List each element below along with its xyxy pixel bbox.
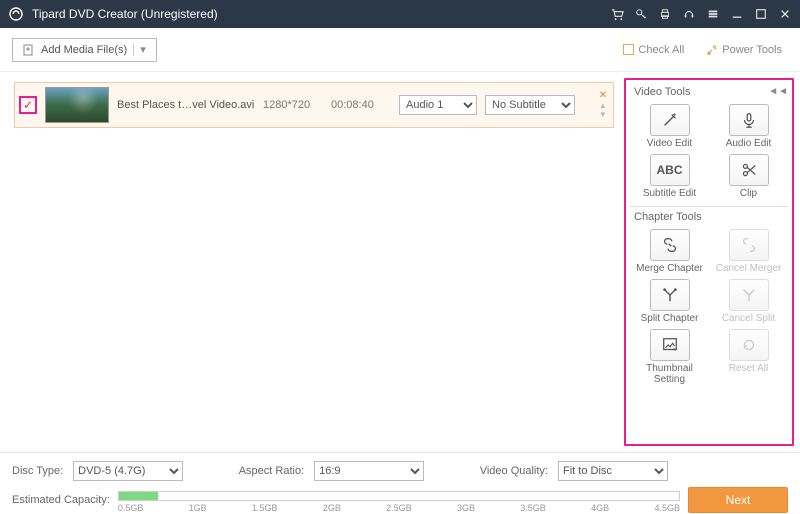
headset-icon[interactable] bbox=[682, 7, 696, 21]
move-down-icon[interactable]: ▼ bbox=[599, 111, 607, 119]
media-duration: 00:08:40 bbox=[331, 99, 391, 111]
move-up-icon[interactable]: ▲ bbox=[599, 102, 607, 110]
cancel-split-icon bbox=[740, 286, 758, 304]
cancel-split-label: Cancel Split bbox=[722, 313, 775, 324]
scissors-icon bbox=[740, 161, 758, 179]
add-media-label: Add Media File(s) bbox=[41, 44, 127, 56]
capacity-fill bbox=[119, 492, 158, 500]
cancel-split-tool: Cancel Split bbox=[711, 279, 786, 327]
printer-icon[interactable] bbox=[658, 7, 672, 21]
tools-icon bbox=[706, 44, 718, 56]
cart-icon[interactable] bbox=[610, 7, 624, 21]
clip-tool[interactable]: Clip bbox=[711, 154, 786, 202]
video-tools-title: Video Tools bbox=[630, 84, 788, 104]
reset-icon bbox=[740, 336, 758, 354]
clip-label: Clip bbox=[740, 188, 757, 199]
capacity-label: Estimated Capacity: bbox=[12, 494, 110, 506]
media-resolution: 1280*720 bbox=[263, 99, 323, 111]
aspect-ratio-select[interactable]: 16:9 bbox=[314, 461, 424, 481]
split-icon bbox=[661, 286, 679, 304]
chapter-tools-title: Chapter Tools bbox=[630, 209, 788, 229]
next-button[interactable]: Next bbox=[688, 487, 788, 513]
media-checkbox[interactable]: ✓ bbox=[19, 96, 37, 114]
maximize-icon[interactable] bbox=[754, 7, 768, 21]
media-thumbnail bbox=[45, 87, 109, 123]
cancel-merger-tool: Cancel Merger bbox=[711, 229, 786, 277]
add-media-button[interactable]: Add Media File(s) ▾ bbox=[12, 38, 157, 62]
subtitle-edit-label: Subtitle Edit bbox=[643, 188, 696, 199]
power-tools-label: Power Tools bbox=[722, 44, 782, 56]
video-edit-tool[interactable]: Video Edit bbox=[632, 104, 707, 152]
dropdown-arrow-icon: ▾ bbox=[133, 43, 146, 56]
collapse-panel-icon[interactable]: ◄◄ bbox=[768, 86, 788, 97]
checkbox-icon bbox=[623, 44, 634, 55]
reset-all-label: Reset All bbox=[729, 363, 768, 374]
check-all-label: Check All bbox=[638, 44, 684, 56]
toolbar: Add Media File(s) ▾ Check All Power Tool… bbox=[0, 28, 800, 72]
broken-chain-icon bbox=[740, 236, 758, 254]
title-bar: Tipard DVD Creator (Unregistered) bbox=[0, 0, 800, 28]
close-icon[interactable] bbox=[778, 7, 792, 21]
window-title: Tipard DVD Creator (Unregistered) bbox=[32, 7, 610, 21]
plus-page-icon bbox=[23, 44, 35, 56]
wand-icon bbox=[661, 111, 679, 129]
disc-type-label: Disc Type: bbox=[12, 465, 63, 477]
power-tools-button[interactable]: Power Tools bbox=[706, 44, 782, 56]
remove-media-icon[interactable]: ✕ bbox=[599, 91, 607, 101]
thumbnail-setting-label: Thumbnail Setting bbox=[632, 363, 707, 385]
mic-icon bbox=[740, 111, 758, 129]
chain-icon bbox=[661, 236, 679, 254]
system-icons bbox=[610, 7, 792, 21]
audio-edit-label: Audio Edit bbox=[726, 138, 772, 149]
merge-chapter-tool[interactable]: Merge Chapter bbox=[632, 229, 707, 277]
key-icon[interactable] bbox=[634, 7, 648, 21]
disc-type-select[interactable]: DVD-5 (4.7G) bbox=[73, 461, 183, 481]
thumbnail-setting-tool[interactable]: Thumbnail Setting bbox=[632, 329, 707, 388]
minimize-icon[interactable] bbox=[730, 7, 744, 21]
capacity-ticks: 0.5GB1GB1.5GB2GB2.5GB3GB3.5GB4GB4.5GB bbox=[118, 503, 680, 513]
check-all-toggle[interactable]: Check All bbox=[623, 44, 684, 56]
bottom-bar: Disc Type: DVD-5 (4.7G) Aspect Ratio: 16… bbox=[0, 452, 800, 514]
split-chapter-tool[interactable]: Split Chapter bbox=[632, 279, 707, 327]
abc-icon: ABC bbox=[657, 163, 683, 177]
image-arrow-icon bbox=[661, 336, 679, 354]
media-filename: Best Places t…vel Video.avi bbox=[117, 99, 255, 111]
app-logo-icon bbox=[8, 6, 24, 22]
tools-panel: ◄◄ Video Tools Video Edit Audio Edit ABC… bbox=[624, 78, 794, 446]
reset-all-tool: Reset All bbox=[711, 329, 786, 388]
media-list: ✓ Best Places t…vel Video.avi 1280*720 0… bbox=[0, 72, 624, 452]
merge-chapter-label: Merge Chapter bbox=[636, 263, 703, 274]
cancel-merger-label: Cancel Merger bbox=[716, 263, 782, 274]
subtitle-select[interactable]: No Subtitle bbox=[485, 95, 575, 115]
split-chapter-label: Split Chapter bbox=[641, 313, 699, 324]
audio-edit-tool[interactable]: Audio Edit bbox=[711, 104, 786, 152]
menu-icon[interactable] bbox=[706, 7, 720, 21]
check-icon: ✓ bbox=[23, 98, 33, 112]
capacity-bar: 0.5GB1GB1.5GB2GB2.5GB3GB3.5GB4GB4.5GB bbox=[118, 489, 680, 511]
audio-select[interactable]: Audio 1 bbox=[399, 95, 477, 115]
media-row[interactable]: ✓ Best Places t…vel Video.avi 1280*720 0… bbox=[14, 82, 614, 128]
subtitle-edit-tool[interactable]: ABC Subtitle Edit bbox=[632, 154, 707, 202]
video-quality-label: Video Quality: bbox=[480, 465, 548, 477]
video-edit-label: Video Edit bbox=[647, 138, 692, 149]
video-quality-select[interactable]: Fit to Disc bbox=[558, 461, 668, 481]
aspect-ratio-label: Aspect Ratio: bbox=[239, 465, 304, 477]
